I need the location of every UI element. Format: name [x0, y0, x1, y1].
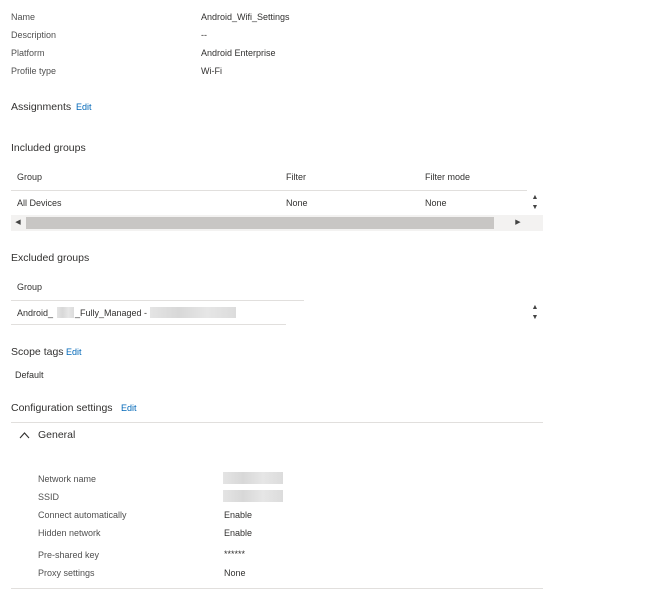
scroll-up-icon[interactable]: ▲	[530, 193, 540, 203]
filter-cell: None	[286, 198, 308, 208]
group-cell: All Devices	[17, 198, 62, 208]
divider	[11, 422, 543, 423]
scope-tags-edit-link[interactable]: Edit	[66, 347, 82, 357]
description-value: --	[201, 30, 207, 40]
redacted-region	[57, 307, 74, 318]
scroll-down-icon[interactable]: ▼	[530, 313, 540, 323]
group-name-middle: _Fully_Managed -	[75, 308, 148, 318]
name-value: Android_Wifi_Settings	[201, 12, 290, 22]
network-name-label: Network name	[38, 474, 97, 484]
scroll-up-icon[interactable]: ▲	[530, 303, 540, 313]
profile-type-value: Wi-Fi	[201, 66, 222, 76]
group-name-prefix: Android_	[17, 308, 54, 318]
pre-shared-key-label: Pre-shared key	[38, 550, 100, 560]
column-header-filter-mode[interactable]: Filter mode	[425, 172, 470, 182]
scrollbar-thumb[interactable]	[26, 217, 494, 229]
redacted-network-name	[223, 472, 283, 484]
connect-automatically-value: Enable	[224, 510, 253, 520]
platform-label: Platform	[11, 48, 45, 58]
redacted-ssid	[223, 490, 283, 502]
included-groups-title: Included groups	[11, 142, 86, 154]
hidden-network-label: Hidden network	[38, 528, 101, 538]
assignments-edit-link[interactable]: Edit	[76, 102, 92, 112]
column-header-group[interactable]: Group	[17, 172, 42, 182]
scope-tag-value: Default	[15, 370, 44, 380]
hidden-network-value: Enable	[224, 528, 253, 538]
ssid-label: SSID	[38, 492, 60, 502]
divider	[11, 588, 543, 589]
assignments-title: Assignments	[11, 101, 72, 113]
filter-mode-cell: None	[425, 198, 447, 208]
description-label: Description	[11, 30, 57, 40]
header-divider	[11, 190, 527, 191]
column-header-filter[interactable]: Filter	[286, 172, 306, 182]
connect-automatically-label: Connect automatically	[38, 510, 127, 520]
name-label: Name	[11, 12, 36, 22]
scope-tags-title: Scope tags	[11, 346, 64, 358]
excluded-groups-title: Excluded groups	[11, 252, 90, 264]
platform-value: Android Enterprise	[201, 48, 276, 58]
column-header-group[interactable]: Group	[17, 282, 42, 292]
configuration-edit-link[interactable]: Edit	[121, 403, 137, 413]
pre-shared-key-value: ******	[224, 549, 246, 559]
chevron-up-icon[interactable]	[19, 431, 30, 440]
scroll-right-icon[interactable]: ▶	[513, 218, 523, 228]
redacted-region	[150, 307, 236, 318]
proxy-settings-value: None	[224, 568, 246, 578]
scroll-down-icon[interactable]: ▼	[530, 203, 540, 213]
scroll-left-icon[interactable]: ◀	[13, 218, 23, 228]
proxy-settings-label: Proxy settings	[38, 568, 95, 578]
configuration-settings-title: Configuration settings	[11, 402, 113, 414]
header-divider	[11, 300, 304, 301]
row-divider	[11, 324, 286, 325]
general-group-label: General	[38, 429, 76, 441]
profile-type-label: Profile type	[11, 66, 57, 76]
